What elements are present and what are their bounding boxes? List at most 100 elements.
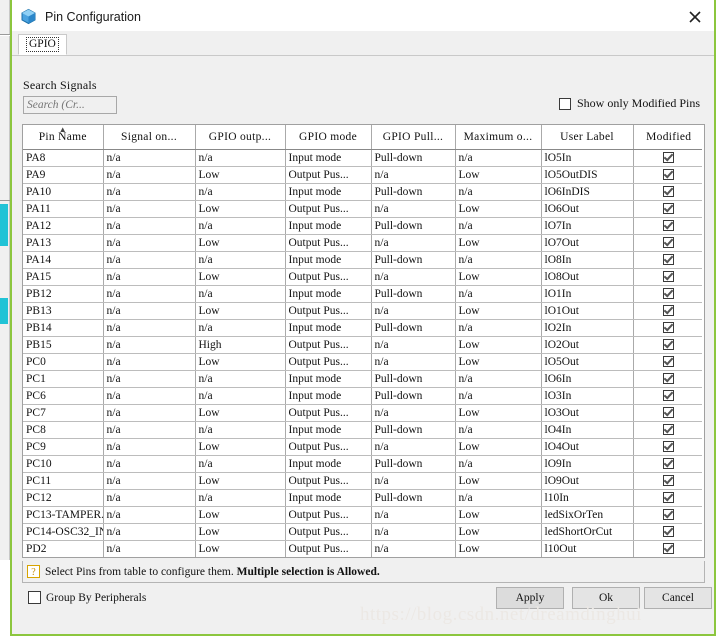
cell-mode[interactable]: Output Pus... [285, 268, 372, 286]
column-header-maximum-o[interactable]: Maximum o... [455, 125, 542, 150]
modified-checkbox[interactable] [663, 305, 675, 317]
cell-label[interactable]: lO8In [541, 251, 634, 269]
cell-label[interactable]: l10In [541, 489, 634, 507]
cell-pull[interactable]: n/a [371, 268, 456, 286]
cell-pin[interactable]: PB15 [23, 336, 104, 354]
cell-modified[interactable] [633, 472, 704, 490]
cell-output[interactable]: Low [195, 523, 286, 541]
table-row[interactable]: PD2 n/a Low Output Pus... n/a Low l10Out [23, 540, 704, 557]
cell-signal[interactable]: n/a [103, 472, 196, 490]
cell-modified[interactable] [633, 523, 704, 541]
cell-signal[interactable]: n/a [103, 387, 196, 405]
cell-modified[interactable] [633, 353, 704, 371]
cell-mode[interactable]: Input mode [285, 455, 372, 473]
pin-table-container[interactable]: ▲ Pin Name Signal on... GPIO outp... GPIO mo… [22, 124, 705, 558]
column-header-pin-name[interactable]: ▲ Pin Name [23, 125, 104, 150]
cell-max[interactable]: n/a [455, 489, 542, 507]
modified-checkbox[interactable] [663, 543, 675, 555]
cell-label[interactable]: lO5Out [541, 353, 634, 371]
modified-checkbox[interactable] [663, 254, 675, 266]
cell-pin[interactable]: PC13-TAMPER... [23, 506, 104, 524]
table-row[interactable]: PC14-OSC32_IN n/a Low Output Pus... n/a Low le… [23, 523, 704, 541]
cell-mode[interactable]: Output Pus... [285, 336, 372, 354]
cell-pin[interactable]: PA11 [23, 200, 104, 218]
cell-pull[interactable]: Pull-down [371, 489, 456, 507]
cell-signal[interactable]: n/a [103, 234, 196, 252]
cell-signal[interactable]: n/a [103, 506, 196, 524]
cell-modified[interactable] [633, 421, 704, 439]
cell-signal[interactable]: n/a [103, 540, 196, 557]
cell-mode[interactable]: Output Pus... [285, 353, 372, 371]
cell-label[interactable]: lO8Out [541, 268, 634, 286]
tab-gpio[interactable]: GPIO [18, 34, 67, 55]
cell-max[interactable]: n/a [455, 370, 542, 388]
cell-pull[interactable]: Pull-down [371, 455, 456, 473]
cell-modified[interactable] [633, 234, 704, 252]
modified-checkbox[interactable] [663, 271, 675, 283]
cell-signal[interactable]: n/a [103, 217, 196, 235]
cell-mode[interactable]: Input mode [285, 489, 372, 507]
modified-checkbox[interactable] [663, 424, 675, 436]
cell-pin[interactable]: PB13 [23, 302, 104, 320]
cell-label[interactable]: lO3Out [541, 404, 634, 422]
cell-label[interactable]: lO5In [541, 149, 634, 167]
bg-scroll-thumb-upper[interactable] [0, 204, 8, 246]
cell-pin[interactable]: PA14 [23, 251, 104, 269]
cell-max[interactable]: Low [455, 166, 542, 184]
cell-pull[interactable]: Pull-down [371, 149, 456, 167]
cell-output[interactable]: n/a [195, 455, 286, 473]
modified-checkbox[interactable] [663, 407, 675, 419]
cell-label[interactable]: lO2Out [541, 336, 634, 354]
table-row[interactable]: PA9 n/a Low Output Pus... n/a Low lO5OutDIS [23, 166, 704, 184]
cell-max[interactable]: n/a [455, 455, 542, 473]
column-header-gpio-outp[interactable]: GPIO outp... [195, 125, 286, 150]
cell-modified[interactable] [633, 404, 704, 422]
cell-modified[interactable] [633, 183, 704, 201]
cell-signal[interactable]: n/a [103, 404, 196, 422]
cell-max[interactable]: Low [455, 404, 542, 422]
cell-pull[interactable]: n/a [371, 234, 456, 252]
cell-pin[interactable]: PD2 [23, 540, 104, 557]
cell-pin[interactable]: PC14-OSC32_IN [23, 523, 104, 541]
cell-mode[interactable]: Output Pus... [285, 472, 372, 490]
modified-checkbox[interactable] [663, 186, 675, 198]
cell-pull[interactable]: n/a [371, 302, 456, 320]
show-only-modified-pins-checkbox[interactable] [558, 97, 571, 110]
cell-max[interactable]: n/a [455, 387, 542, 405]
cell-output[interactable]: Low [195, 353, 286, 371]
cell-pull[interactable]: Pull-down [371, 421, 456, 439]
cell-max[interactable]: Low [455, 234, 542, 252]
cell-mode[interactable]: Output Pus... [285, 404, 372, 422]
bg-scroll-track-lower[interactable] [0, 284, 10, 340]
cell-mode[interactable]: Input mode [285, 251, 372, 269]
cell-pin[interactable]: PC12 [23, 489, 104, 507]
cell-output[interactable]: Low [195, 506, 286, 524]
column-header-gpio-pull[interactable]: GPIO Pull... [371, 125, 456, 150]
cell-pull[interactable]: n/a [371, 353, 456, 371]
cell-output[interactable]: Low [195, 234, 286, 252]
cell-modified[interactable] [633, 285, 704, 303]
cell-max[interactable]: Low [455, 302, 542, 320]
bg-scroll-track-upper[interactable] [0, 204, 10, 284]
apply-button[interactable]: Apply [496, 587, 564, 609]
table-row[interactable]: PA10 n/a n/a Input mode Pull-down n/a lO6InDIS [23, 183, 704, 201]
cell-signal[interactable]: n/a [103, 166, 196, 184]
cell-mode[interactable]: Output Pus... [285, 438, 372, 456]
cell-output[interactable]: n/a [195, 149, 286, 167]
cell-label[interactable]: lO7In [541, 217, 634, 235]
cell-label[interactable]: lO9Out [541, 472, 634, 490]
table-row[interactable]: PA13 n/a Low Output Pus... n/a Low lO7Out [23, 234, 704, 252]
modified-checkbox[interactable] [663, 441, 675, 453]
cell-pin[interactable]: PA15 [23, 268, 104, 286]
cell-pull[interactable]: n/a [371, 200, 456, 218]
cell-label[interactable]: lO6InDIS [541, 183, 634, 201]
cell-mode[interactable]: Input mode [285, 217, 372, 235]
cell-output[interactable]: Low [195, 302, 286, 320]
cell-pull[interactable]: n/a [371, 472, 456, 490]
group-by-peripherals-checkbox[interactable] [28, 591, 41, 604]
cell-max[interactable]: Low [455, 336, 542, 354]
cell-pin[interactable]: PC9 [23, 438, 104, 456]
table-row[interactable]: PC9 n/a Low Output Pus... n/a Low lO4Out [23, 438, 704, 456]
table-row[interactable]: PC0 n/a Low Output Pus... n/a Low lO5Out [23, 353, 704, 371]
cell-pin[interactable]: PA8 [23, 149, 104, 167]
